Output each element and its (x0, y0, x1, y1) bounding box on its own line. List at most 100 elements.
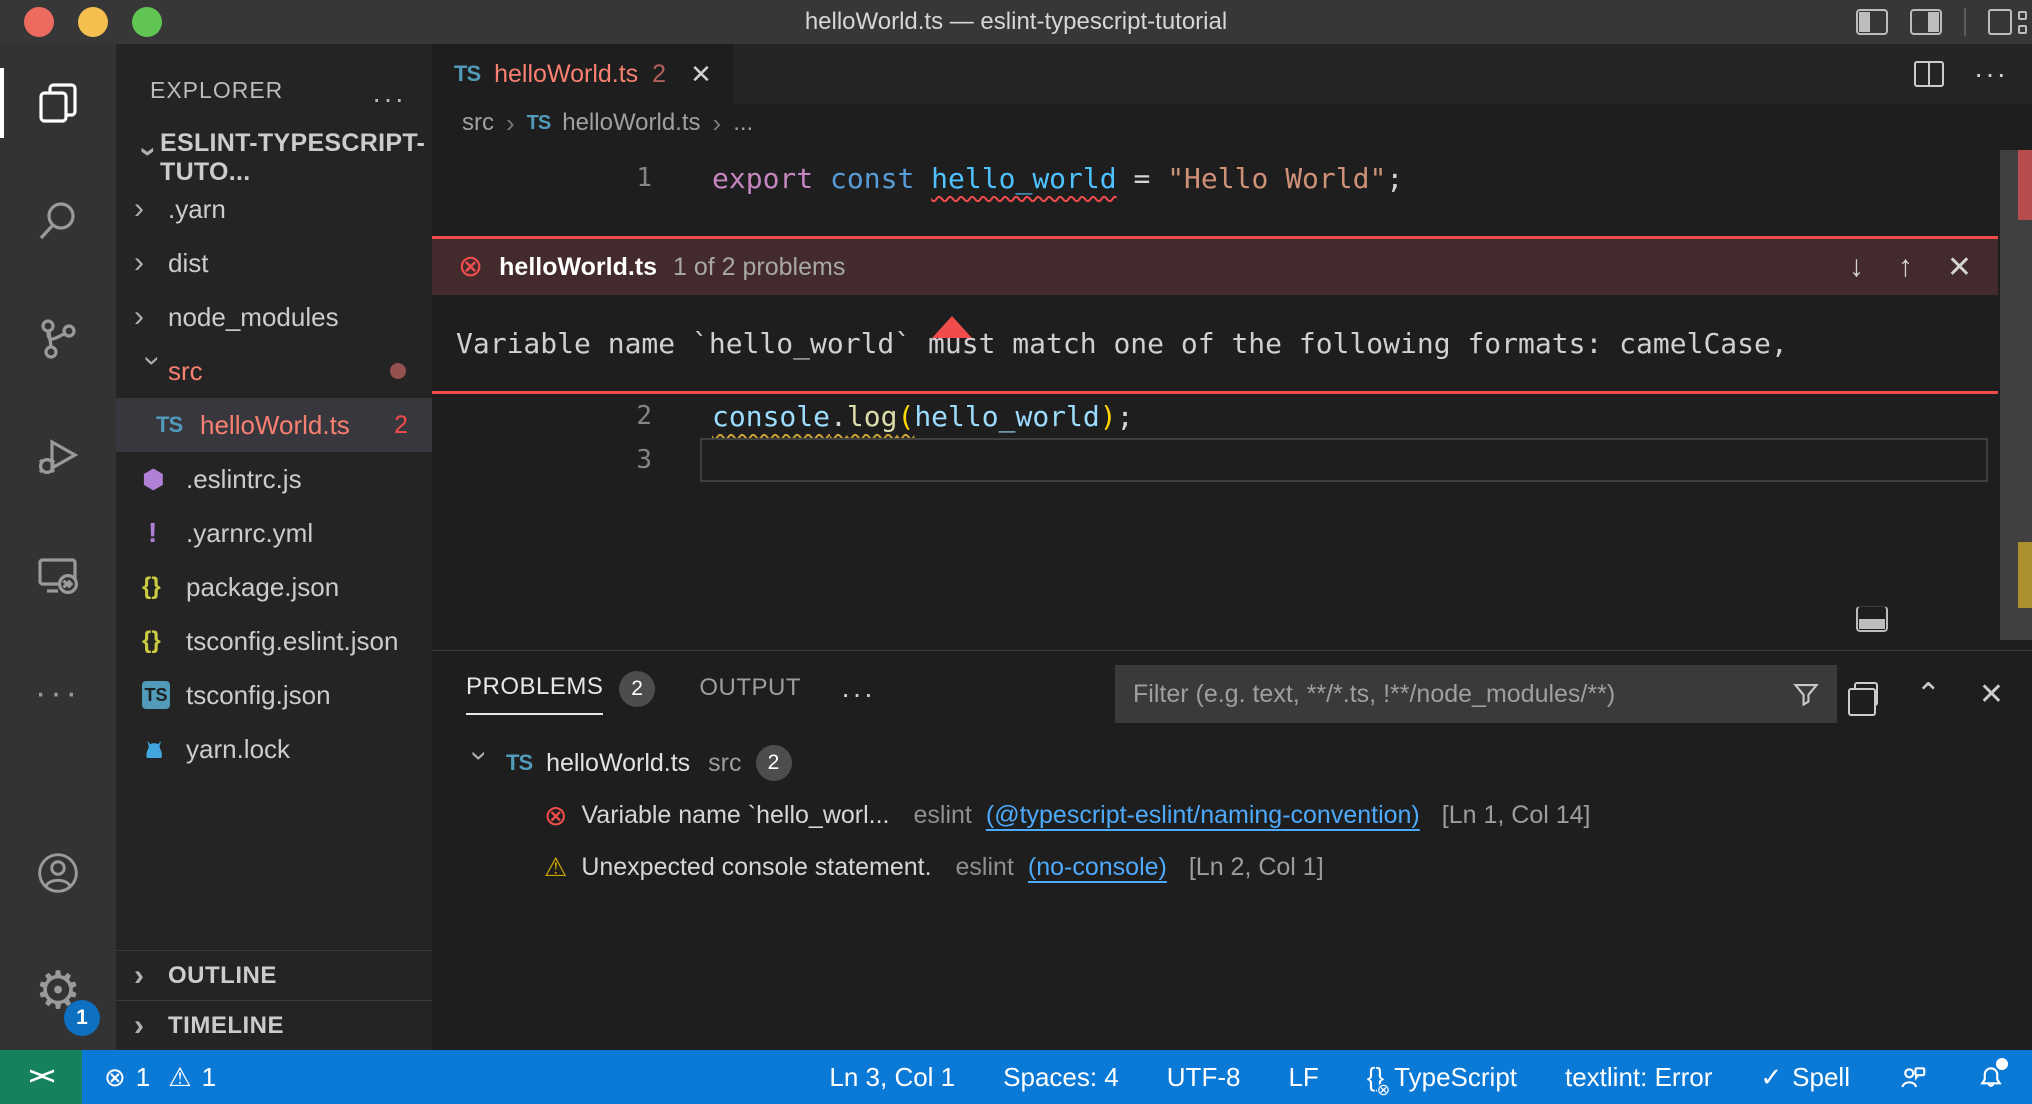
source-control-icon[interactable] (0, 280, 116, 398)
tab-problem-count: 2 (652, 60, 666, 89)
folder-name: node_modules (168, 302, 339, 333)
previous-problem-icon[interactable]: ↑ (1898, 250, 1913, 285)
workspace-root-row[interactable]: › ESLINT-TYPESCRIPT-TUTO... (116, 134, 432, 182)
chevron-down-icon: › (463, 751, 497, 779)
next-problem-icon[interactable]: ↓ (1849, 250, 1864, 285)
explorer-more-icon[interactable]: ··· (372, 94, 406, 104)
settings-badge: 1 (64, 1000, 100, 1036)
accounts-icon[interactable] (0, 814, 116, 932)
problems-filter-input[interactable] (1133, 680, 1793, 709)
additional-views-icon[interactable]: ··· (0, 634, 116, 752)
file-name: yarn.lock (186, 734, 290, 765)
chevron-right-icon: › (506, 108, 515, 139)
cursor-position-item[interactable]: Ln 3, Col 1 (829, 1062, 955, 1093)
group-count-badge: 2 (756, 745, 792, 781)
customize-layout-icon[interactable] (1988, 9, 2012, 35)
remote-indicator[interactable]: >< (0, 1050, 82, 1104)
notification-dot (1996, 1058, 2008, 1070)
problems-file-group[interactable]: › TS helloWorld.ts src 2 (432, 737, 2032, 789)
language-mode-item[interactable]: {} ⊗ TypeScript (1367, 1062, 1517, 1093)
encoding-item[interactable]: UTF-8 (1167, 1062, 1241, 1093)
panel-more-tabs-icon[interactable]: ··· (841, 678, 875, 710)
outline-section[interactable]: › OUTLINE (116, 950, 432, 1000)
file-problem-badge: 2 (394, 411, 408, 440)
file-name: helloWorld.ts (200, 410, 350, 441)
folder-row-src[interactable]: › src (116, 344, 432, 398)
problem-row-warning[interactable]: ⚠ Unexpected console statement. eslint (… (432, 841, 2032, 893)
file-row-tsconfig[interactable]: TS tsconfig.json (116, 668, 432, 722)
tab-problems[interactable]: PROBLEMS 2 (466, 671, 655, 717)
eol-item[interactable]: LF (1288, 1062, 1318, 1093)
editor-more-actions-icon[interactable]: ··· (1974, 58, 2008, 90)
file-row-package-json[interactable]: {} package.json (116, 560, 432, 614)
explorer-icon[interactable] (0, 44, 116, 162)
toggle-secondary-sidebar-icon[interactable] (1910, 9, 1942, 35)
file-row-helloworld[interactable]: TS helloWorld.ts 2 (116, 398, 432, 452)
folder-row-dist[interactable]: › dist (116, 236, 432, 290)
error-icon: ⊗ (544, 799, 567, 832)
problems-status-item[interactable]: ⊗ 1 ⚠ 1 (104, 1062, 216, 1093)
file-row-tsconfig-eslint[interactable]: {} tsconfig.eslint.json (116, 614, 432, 668)
textlint-item[interactable]: textlint: Error (1565, 1062, 1712, 1093)
code-line-1: 1 export const hello_world = "Hello Worl… (432, 156, 2032, 200)
window-title: helloWorld.ts — eslint-typescript-tutori… (0, 0, 2032, 44)
panel-close-icon[interactable]: ✕ (1979, 677, 2004, 712)
rule-link[interactable]: (@typescript-eslint/naming-convention) (986, 801, 1420, 830)
workspace-root-label: ESLINT-TYPESCRIPT-TUTO... (160, 129, 432, 187)
remote-explorer-icon[interactable] (0, 516, 116, 634)
problems-filter-box (1115, 665, 1837, 723)
tab-helloworld[interactable]: TS helloWorld.ts 2 ✕ (432, 44, 734, 104)
chevron-right-icon: › (134, 300, 168, 334)
chevron-right-icon: › (713, 108, 722, 139)
feedback-icon[interactable] (1898, 1062, 1928, 1092)
breadcrumb-file[interactable]: helloWorld.ts (562, 109, 700, 137)
group-file-path: src (708, 749, 741, 778)
explorer-sidebar: EXPLORER ··· › ESLINT-TYPESCRIPT-TUTO...… (116, 44, 432, 1050)
settings-gear-icon[interactable]: ⚙ 1 (0, 932, 116, 1050)
indentation-item[interactable]: Spaces: 4 (1003, 1062, 1119, 1093)
tab-output[interactable]: OUTPUT (699, 674, 801, 714)
explorer-title: EXPLORER (150, 77, 372, 104)
peek-problem-widget: ⊗ helloWorld.ts 1 of 2 problems ↓ ↑ ✕ Va… (432, 236, 1998, 394)
language-status-error-icon: ⊗ (1377, 1083, 1390, 1099)
run-debug-icon[interactable] (0, 398, 116, 516)
yarn-file-icon (142, 736, 168, 762)
problem-row-error[interactable]: ⊗ Variable name `hello_worl... eslint (@… (432, 789, 2032, 841)
file-row-yarnrc[interactable]: ! .yarnrc.yml (116, 506, 432, 560)
folder-row-yarn[interactable]: › .yarn (116, 182, 432, 236)
breadcrumb-symbol[interactable]: ... (733, 109, 753, 137)
file-name: tsconfig.eslint.json (186, 626, 398, 657)
toggle-panel-icon[interactable] (1856, 606, 1888, 632)
toggle-sidebar-icon[interactable] (1856, 9, 1888, 35)
code-editor[interactable]: 1 export const hello_world = "Hello Worl… (432, 142, 2032, 482)
rule-link[interactable]: (no-console) (1028, 853, 1167, 882)
overview-warning-mark (2018, 542, 2032, 608)
error-squiggle-token: hello_world (931, 162, 1116, 195)
tab-label: helloWorld.ts (494, 60, 638, 89)
file-row-yarn-lock[interactable]: yarn.lock (116, 722, 432, 776)
peek-message[interactable]: Variable name `hello_world` must match o… (432, 295, 1998, 391)
view-as-table-icon[interactable] (1854, 682, 1878, 706)
warning-icon: ⚠ (168, 1064, 191, 1090)
file-name: .eslintrc.js (186, 464, 302, 495)
file-row-eslintrc[interactable]: ⬢ .eslintrc.js (116, 452, 432, 506)
check-icon: ✓ (1760, 1064, 1782, 1090)
notifications-bell-icon[interactable] (1976, 1062, 2006, 1092)
ts-file-icon: TS (156, 412, 182, 438)
folder-row-node-modules[interactable]: › node_modules (116, 290, 432, 344)
peek-close-icon[interactable]: ✕ (1947, 250, 1972, 285)
filter-funnel-icon[interactable] (1793, 681, 1819, 707)
breadcrumb-folder[interactable]: src (462, 109, 494, 137)
maximize-panel-icon[interactable]: ⌃ (1916, 677, 1941, 712)
timeline-section[interactable]: › TIMELINE (116, 1000, 432, 1050)
split-editor-icon[interactable] (1914, 61, 1944, 87)
tab-strip: TS helloWorld.ts 2 ✕ ··· (432, 44, 2032, 104)
editor-scrollbar[interactable] (2000, 142, 2032, 596)
spell-item[interactable]: ✓ Spell (1760, 1062, 1850, 1093)
search-icon[interactable] (0, 162, 116, 280)
breadcrumb: src › TS helloWorld.ts › ... (432, 104, 2032, 142)
editor-area: TS helloWorld.ts 2 ✕ ··· src › TS helloW… (432, 44, 2032, 1050)
chevron-right-icon: › (134, 959, 168, 993)
file-name: tsconfig.json (186, 680, 331, 711)
tab-close-icon[interactable]: ✕ (690, 59, 712, 90)
